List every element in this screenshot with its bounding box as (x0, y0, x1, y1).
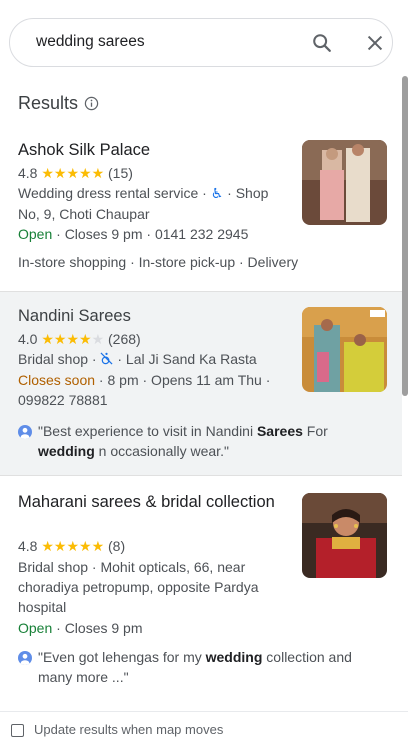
hours-line: Open · Closes 9 pm · 0141 232 2945 (18, 224, 248, 244)
results-header: Results (18, 92, 99, 114)
hours: · Closes 9 pm (52, 620, 143, 636)
hours-line: Closes soon · 8 pm · Opens 11 am Thu · (18, 370, 270, 390)
review-count[interactable]: (268) (108, 331, 141, 347)
result-photo[interactable] (302, 493, 387, 578)
wheelchair-icon: ♿ (210, 185, 224, 201)
address-line-3: hospital (18, 599, 67, 615)
review-text: "Best experience to visit in Nandini Sar… (38, 423, 328, 459)
result-name[interactable]: Maharani sarees & bridal collection (18, 492, 288, 513)
category: Wedding dress rental service · (18, 185, 211, 201)
category-rest: · Shop (223, 185, 269, 201)
rating-value: 4.0 (18, 331, 38, 347)
category-line: Bridal shop · · Lal Ji Sand Ka Rasta (18, 349, 257, 369)
category-line: Wedding dress rental service · ♿ · Shop (18, 183, 268, 203)
star-rating-empty: ★ (91, 331, 105, 347)
result-name[interactable]: Ashok Silk Palace (18, 140, 288, 161)
results-title: Results (18, 92, 79, 113)
hours-line: Open · Closes 9 pm (18, 618, 143, 638)
phone-line: 099822 78881 (18, 392, 108, 408)
status-closing-soon: Closes soon (18, 372, 96, 388)
review-snippet: "Even got lehengas for my wedding collec… (18, 647, 368, 687)
result-card-ashok-silk-palace[interactable]: Ashok Silk Palace 4.8 ★★★★★ (15) Wedding… (0, 126, 402, 290)
rating-row: 4.8 ★★★★★ (8) (18, 536, 125, 556)
result-name[interactable]: Nandini Sarees (18, 306, 288, 327)
status-open: Open (18, 620, 53, 636)
rating-row: 4.8 ★★★★★ (15) (18, 163, 133, 183)
reviewer-avatar-icon (18, 425, 32, 439)
search-box[interactable]: wedding sarees (9, 18, 393, 67)
address-line: No, 9, Choti Chaupar (18, 206, 150, 222)
result-card-nandini-sarees[interactable]: Nandini Sarees 4.0 ★★★★★ (268) Bridal sh… (0, 291, 402, 476)
review-snippet: "Best experience to visit in Nandini Sar… (18, 421, 368, 461)
service-options: In-store shopping · In-store pick-up · D… (18, 254, 299, 270)
result-photo[interactable] (302, 140, 387, 225)
status-open: Open (18, 226, 53, 242)
result-photo[interactable] (302, 307, 387, 392)
review-count[interactable]: (8) (108, 538, 125, 554)
review-count[interactable]: (15) (108, 165, 133, 181)
map-footer: Update results when map moves (0, 711, 408, 739)
update-results-label[interactable]: Update results when map moves (34, 722, 223, 737)
scrollbar-thumb[interactable] (402, 76, 408, 396)
rating-row: 4.0 ★★★★★ (268) (18, 329, 141, 349)
rating-value: 4.8 (18, 538, 38, 554)
category: Bridal shop · (18, 351, 101, 367)
result-card-maharani-sarees[interactable]: Maharani sarees & bridal collection 4.8 … (0, 477, 402, 707)
star-rating: ★★★★★ (41, 165, 105, 181)
address: · Lal Ji Sand Ka Rasta (113, 351, 257, 367)
rating-value: 4.8 (18, 165, 38, 181)
address-line-1: Bridal shop · Mohit opticals, 66, near (18, 559, 246, 575)
star-rating-filled: ★★★★ (41, 331, 92, 347)
star-rating: ★★★★★ (41, 538, 105, 554)
update-results-checkbox[interactable] (11, 724, 24, 737)
wheelchair-off-icon (100, 352, 113, 365)
close-icon[interactable] (364, 32, 386, 54)
info-icon[interactable] (84, 96, 99, 111)
hours-phone: · Closes 9 pm · 0141 232 2945 (52, 226, 249, 242)
hours: · 8 pm · Opens 11 am Thu · (95, 372, 271, 388)
reviewer-avatar-icon (18, 651, 32, 665)
search-input[interactable]: wedding sarees (36, 33, 145, 51)
review-text: "Even got lehengas for my wedding collec… (38, 649, 352, 685)
address-line-2: choradiya petropump, opposite Pardya (18, 579, 259, 595)
search-icon[interactable] (311, 32, 333, 54)
